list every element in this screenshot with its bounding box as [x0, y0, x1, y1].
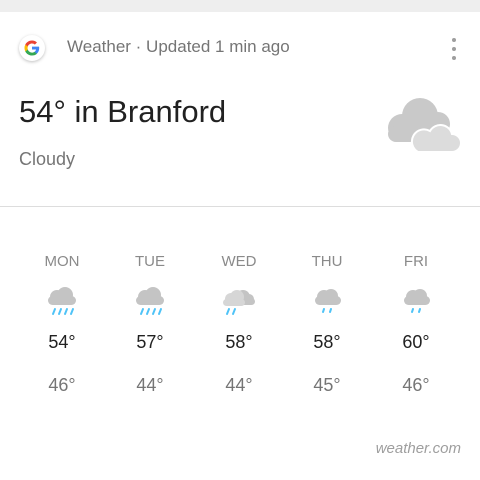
- current-temperature-location: 54° in Branford: [19, 94, 227, 129]
- weather-card[interactable]: Weather · Updated 1 min ago 54° in Branf…: [0, 12, 480, 480]
- light-rain-icon: [223, 290, 255, 315]
- low-temp: 44°: [225, 375, 253, 395]
- forecast-day[interactable]: WED 58° 44°: [202, 252, 276, 397]
- cloudy-icon: [388, 98, 462, 153]
- rain-icon: [48, 287, 76, 315]
- showers-icon: [404, 289, 430, 313]
- high-temp: 57°: [136, 332, 164, 352]
- low-temp: 45°: [313, 375, 341, 395]
- more-vert-icon[interactable]: [442, 38, 466, 60]
- high-temp: 58°: [225, 332, 253, 352]
- high-temp: 60°: [402, 332, 430, 352]
- source-link[interactable]: weather.com: [376, 440, 461, 457]
- card-header: Weather · Updated 1 min ago: [0, 12, 480, 84]
- forecast-row: MON 54° 46° TUE 57° 44° WED 58° 44° THU …: [18, 252, 463, 422]
- low-temp: 46°: [402, 375, 430, 395]
- day-name: THU: [311, 253, 343, 270]
- low-temp: 44°: [136, 375, 164, 395]
- day-name: TUE: [135, 253, 165, 270]
- forecast-day[interactable]: THU 58° 45°: [290, 252, 364, 397]
- showers-icon: [315, 289, 341, 313]
- forecast-day[interactable]: TUE 57° 44°: [113, 252, 187, 397]
- day-name: MON: [44, 253, 80, 270]
- forecast-day[interactable]: MON 54° 46°: [25, 252, 99, 397]
- low-temp: 46°: [48, 375, 76, 395]
- day-name: FRI: [403, 253, 429, 270]
- forecast-day[interactable]: FRI 60° 46°: [379, 252, 453, 397]
- current-condition: Cloudy: [19, 149, 76, 169]
- rain-icon: [136, 287, 164, 315]
- divider: [0, 206, 480, 207]
- high-temp: 54°: [48, 332, 76, 352]
- day-name: WED: [221, 253, 257, 270]
- header-title: Weather · Updated 1 min ago: [67, 37, 290, 56]
- google-g-icon: [19, 35, 45, 61]
- high-temp: 58°: [313, 332, 341, 352]
